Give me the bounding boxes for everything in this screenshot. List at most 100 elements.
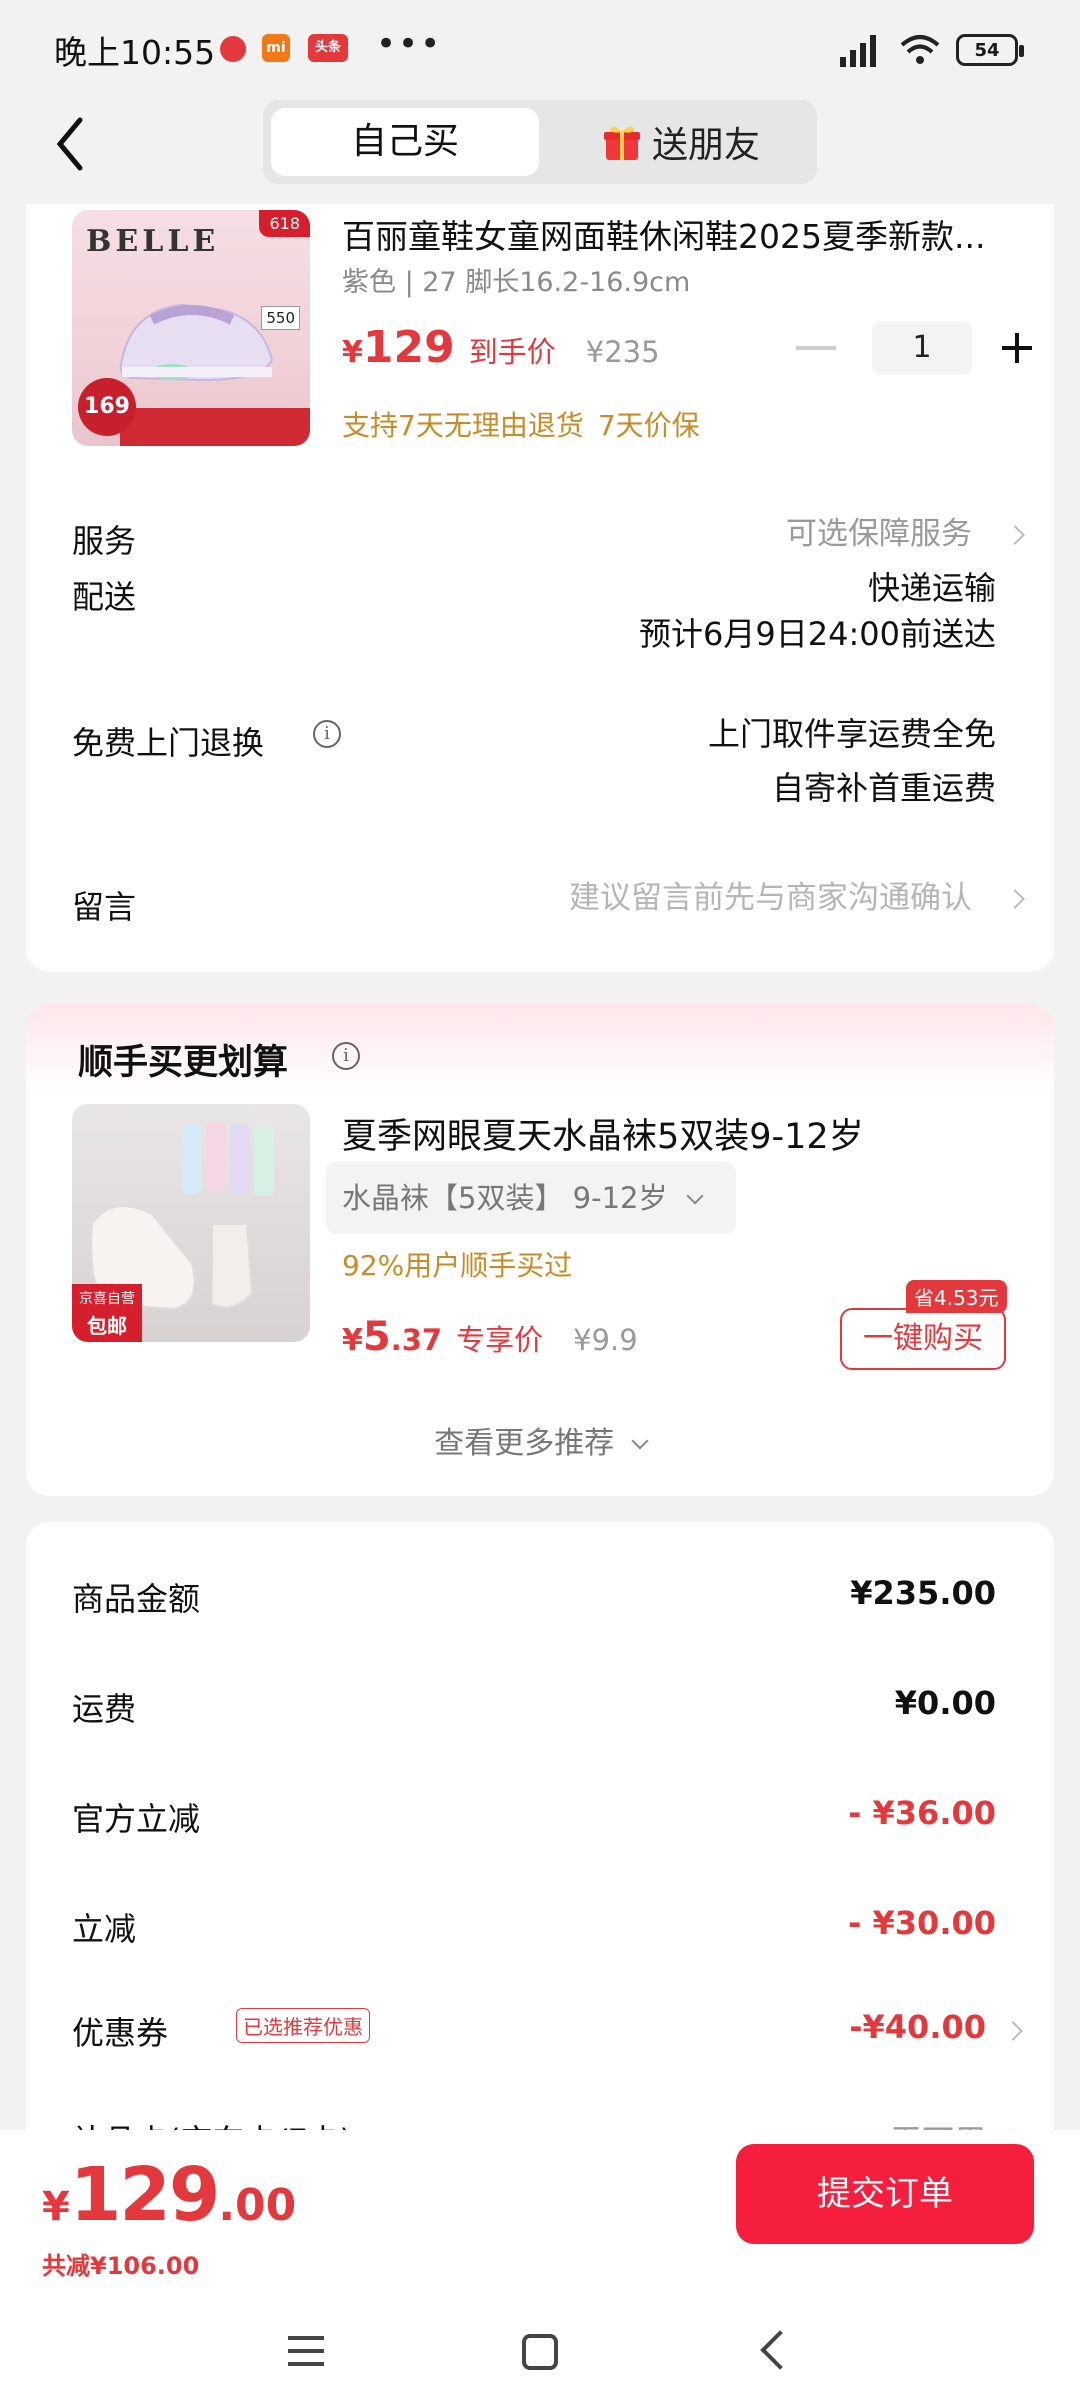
- chevron-right-icon[interactable]: [1003, 2021, 1023, 2041]
- record-icon: [220, 36, 246, 62]
- official-discount-value: - ¥36.00: [848, 1794, 996, 1832]
- increase-button[interactable]: [1002, 333, 1032, 363]
- checkout-bar: ¥ 129 .00 共减¥106.00 提交订单: [0, 2130, 1080, 2400]
- shipping-value: ¥0.00: [894, 1684, 996, 1722]
- product-title[interactable]: 百丽童鞋女童网面鞋休闲鞋2025夏季新款...: [342, 210, 1022, 258]
- image-sticker: 550: [261, 306, 300, 330]
- system-back-icon[interactable]: [760, 2330, 800, 2370]
- info-icon[interactable]: i: [313, 720, 341, 748]
- quantity-value[interactable]: 1: [872, 322, 972, 374]
- battery-icon: 54: [956, 34, 1024, 66]
- coupon-row[interactable]: 优惠券 已选推荐优惠 -¥40.00: [72, 2008, 1032, 2058]
- brand-logo: BELLE: [86, 224, 220, 259]
- addon-item-image[interactable]: 京喜自营 包邮: [72, 1104, 310, 1342]
- info-icon[interactable]: i: [332, 1042, 360, 1070]
- message-row-label: 留言: [72, 888, 137, 926]
- coupon-recommend-tag: 已选推荐优惠: [236, 2008, 370, 2043]
- system-nav-bar: [0, 2306, 1080, 2400]
- instant-discount-label: 立减: [72, 1910, 137, 1948]
- tab-gift-friend[interactable]: 送朋友: [553, 108, 809, 176]
- submit-order-button[interactable]: 提交订单: [736, 2144, 1034, 2244]
- more-recommendations-label: 查看更多推荐: [434, 1426, 615, 1461]
- return-row-label: 免费上门退换: [72, 724, 265, 762]
- price-symbol: ¥: [342, 1323, 363, 1358]
- addon-variant-select[interactable]: 水晶袜【5双装】 9-12岁: [326, 1162, 736, 1234]
- gift-icon: [603, 126, 640, 160]
- signal-icon: [840, 35, 876, 67]
- product-image[interactable]: BELLE 618 550 169: [72, 210, 310, 446]
- product-spec[interactable]: 紫色 | 27 脚长16.2-16.9cm: [342, 260, 690, 299]
- goods-amount-label: 商品金额: [72, 1580, 201, 1618]
- status-time: 晚上10:55: [54, 33, 216, 72]
- price-label: 专享价: [456, 1323, 544, 1357]
- delivery-method[interactable]: 快递运输: [868, 564, 996, 612]
- return-line-1: 上门取件享运费全免: [707, 715, 996, 753]
- delivery-eta: 预计6月9日24:00前送达: [639, 615, 996, 653]
- purchase-mode-switch: 自己买 送朋友: [263, 100, 817, 184]
- service-tags: 支持7天无理由退货 7天价保: [342, 404, 700, 444]
- decrease-button[interactable]: [796, 346, 836, 350]
- original-price: ¥235: [585, 335, 660, 369]
- chevron-right-icon[interactable]: [1005, 889, 1025, 909]
- quantity-stepper: 1: [796, 322, 1032, 374]
- promo-tag: 618: [259, 210, 310, 237]
- more-recommendations-link[interactable]: 查看更多推荐: [26, 1418, 1054, 1462]
- addon-price: ¥ 5 .37 专享价 ¥9.9: [342, 1314, 638, 1360]
- top-navbar: 自己买 送朋友: [0, 96, 1080, 204]
- chevron-right-icon[interactable]: [1005, 525, 1025, 545]
- shoe-illustration: [119, 303, 274, 382]
- coupon-value: -¥40.00: [849, 2008, 986, 2046]
- back-arrow-icon[interactable]: [50, 112, 90, 176]
- goods-amount-value: ¥235.00: [850, 1574, 996, 1612]
- bought-ratio: 92%用户顺手买过: [342, 1249, 573, 1282]
- total-saved: 共减¥106.00: [42, 2252, 200, 2280]
- product-price: ¥ 129 到手价 ¥235: [342, 322, 660, 373]
- price-int: 5: [362, 1314, 391, 1360]
- chevron-down-icon: [686, 1187, 704, 1205]
- total-symbol: ¥: [42, 2184, 70, 2230]
- recent-apps-icon[interactable]: [288, 2336, 324, 2366]
- addon-item-title[interactable]: 夏季网眼夏天水晶袜5双装9-12岁: [342, 1108, 864, 1159]
- service-tag: 支持7天无理由退货: [342, 409, 584, 442]
- return-line-2: 自寄补首重运费: [771, 769, 996, 807]
- shipping-label: 运费: [72, 1690, 137, 1728]
- price-symbol: ¥: [342, 335, 363, 370]
- message-input[interactable]: 建议留言前先与商家沟通确认: [569, 874, 972, 922]
- total-dec: .00: [218, 2180, 297, 2231]
- delivery-row-label: 配送: [72, 578, 137, 616]
- service-tag: 7天价保: [597, 409, 700, 442]
- addon-card: 顺手买更划算 i 京喜自营 包邮 夏季网眼夏天水晶袜5双装9-12岁 水晶袜【5…: [26, 1004, 1054, 1496]
- one-click-buy-button[interactable]: 一键购买: [840, 1308, 1006, 1370]
- image-price-badge: 169: [78, 378, 136, 436]
- official-discount-label: 官方立减: [72, 1800, 201, 1838]
- tab-gift-label: 送朋友: [651, 125, 760, 166]
- variant-text: 水晶袜【5双装】 9-12岁: [342, 1181, 668, 1215]
- status-bar: 晚上10:55 mi 头条 ••• 54: [0, 0, 1080, 96]
- fee-summary-card: 商品金额 ¥235.00 运费 ¥0.00 官方立减 - ¥36.00 立减 -…: [26, 1522, 1054, 2162]
- home-icon[interactable]: [522, 2334, 558, 2370]
- toutiao-icon: 头条: [308, 34, 348, 62]
- status-right: 54: [840, 30, 1024, 70]
- price-label: 到手价: [468, 335, 556, 369]
- total-price: ¥ 129 .00: [42, 2152, 296, 2238]
- jingxi-badge: 京喜自营 包邮: [72, 1284, 142, 1342]
- instant-discount-value: - ¥30.00: [848, 1904, 996, 1942]
- price-dec: .37: [390, 1323, 443, 1357]
- free-shipping-badge: 包邮: [87, 1314, 127, 1338]
- service-row-value[interactable]: 可选保障服务: [786, 510, 972, 558]
- jingxi-badge-top: 京喜自营: [79, 1291, 135, 1307]
- more-notifications-icon: •••: [376, 24, 443, 64]
- coupon-label: 优惠券: [72, 2014, 169, 2052]
- image-price-bar: [120, 408, 310, 446]
- tab-buy-for-self[interactable]: 自己买: [271, 108, 539, 176]
- chevron-down-icon: [631, 1432, 649, 1450]
- mi-icon: mi: [262, 34, 290, 62]
- original-price: ¥9.9: [573, 1323, 638, 1357]
- order-item-card: BELLE 618 550 169 百丽童鞋女童网面鞋休闲鞋2025夏季新款..…: [26, 204, 1054, 972]
- price-amount: 129: [362, 322, 455, 373]
- service-row-label: 服务: [72, 522, 137, 560]
- wifi-icon: [900, 35, 940, 64]
- total-int: 129: [69, 2152, 220, 2238]
- save-amount-tag: 省4.53元: [906, 1280, 1007, 1313]
- addon-title: 顺手买更划算: [78, 1043, 289, 1083]
